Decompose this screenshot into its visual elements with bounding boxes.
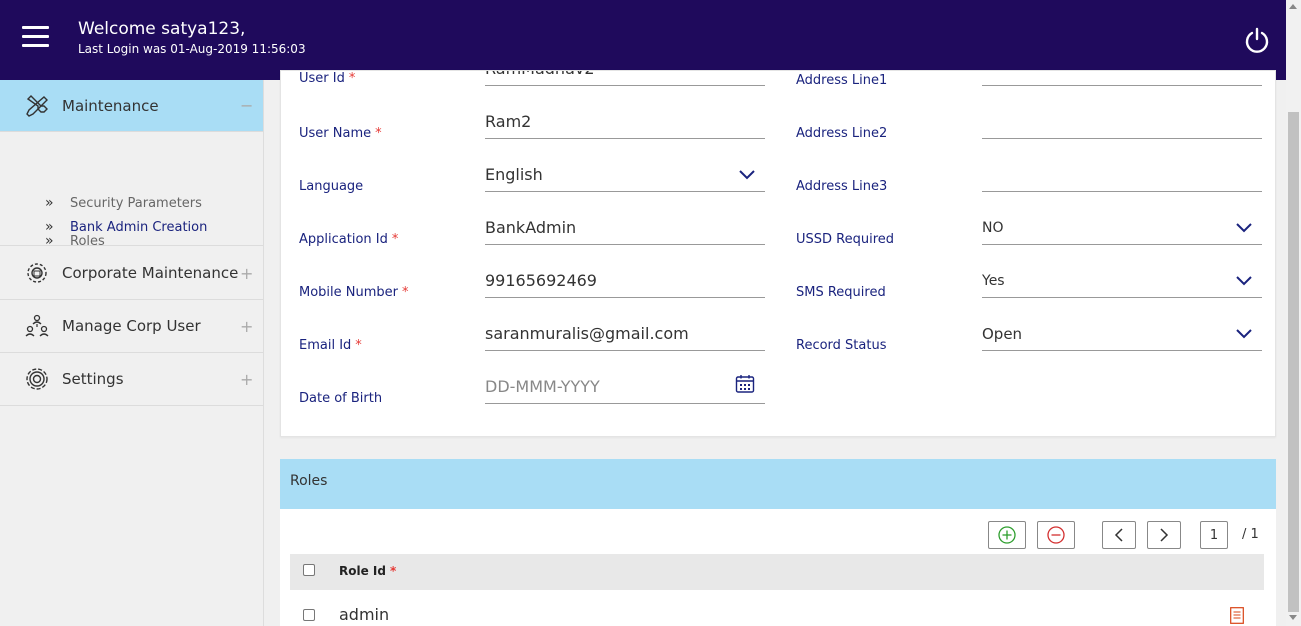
subitem-label: Bank Admin Creation	[70, 219, 208, 235]
sms-required-label: SMS Required	[796, 285, 886, 300]
chevron-down-icon	[1236, 276, 1252, 286]
mobile-number-field[interactable]: 99165692469	[485, 262, 765, 298]
app-header: Welcome satya123, Last Login was 01-Aug-…	[0, 0, 1286, 80]
record-status-label: Record Status	[796, 338, 887, 353]
column-label: Role Id	[339, 564, 386, 578]
address-line2-label: Address Line2	[796, 126, 888, 141]
minus-circle-icon	[1047, 526, 1065, 544]
corporate-gear-icon	[27, 263, 47, 283]
expand-icon[interactable]: +	[240, 264, 253, 283]
sidebar-item-label: Settings	[62, 370, 124, 388]
last-login-text: Last Login was 01-Aug-2019 11:56:03	[78, 42, 306, 56]
roles-panel-title: Roles	[280, 459, 1276, 509]
chevron-down-icon	[739, 170, 755, 180]
calendar-icon[interactable]	[735, 374, 755, 394]
sidebar-item-manage-corp-user[interactable]: Manage Corp User +	[0, 300, 263, 353]
record-status-select[interactable]: Open	[982, 315, 1262, 351]
sms-required-select[interactable]: Yes	[982, 262, 1262, 298]
label-text: Application Id	[299, 232, 388, 247]
select-all-checkbox[interactable]	[303, 564, 315, 576]
scroll-up-arrow-icon[interactable]	[1289, 4, 1297, 9]
label-text: User Name	[299, 126, 372, 141]
chevron-left-icon	[1114, 528, 1123, 542]
date-of-birth-label: Date of Birth	[299, 391, 383, 406]
ussd-required-label: USSD Required	[796, 232, 895, 247]
address-line3-label: Address Line3	[796, 179, 888, 194]
address-line1-label: Address Line1	[796, 73, 888, 88]
gear-icon	[26, 368, 48, 390]
required-mark: *	[348, 71, 356, 86]
sub-item-wrapper: » Bank Admin Creation	[0, 208, 263, 246]
sidebar-item-corporate-maintenance[interactable]: Corporate Maintenance +	[0, 247, 263, 300]
collapse-icon[interactable]: −	[240, 96, 253, 115]
address-line1-field[interactable]	[982, 71, 1262, 86]
main-content: User Id* RamMadhav2 User Name* Ram2 Lang…	[264, 70, 1286, 626]
sidebar-item-label: Corporate Maintenance	[62, 264, 239, 282]
application-id-field[interactable]: BankAdmin	[485, 209, 765, 245]
language-select[interactable]: English	[485, 156, 765, 192]
remove-row-button[interactable]	[1037, 521, 1075, 549]
page-total: / 1	[1242, 527, 1259, 542]
user-id-label: User Id *	[299, 71, 355, 86]
table-row-role-id: admin	[339, 605, 390, 624]
bank-admin-form: User Id* RamMadhav2 User Name* Ram2 Lang…	[280, 70, 1276, 437]
label-text: Email Id	[299, 338, 352, 353]
plus-circle-icon	[998, 526, 1016, 544]
application-id-label: Application Id *	[299, 232, 398, 247]
scrollbar-thumb[interactable]	[1288, 112, 1299, 612]
vertical-scrollbar[interactable]	[1286, 0, 1301, 626]
sidebar: Maintenance − » Security Parameters » Ro…	[0, 80, 264, 626]
chevron-down-icon	[1236, 329, 1252, 339]
expand-icon[interactable]: +	[240, 370, 253, 389]
address-line3-field[interactable]	[982, 156, 1262, 192]
expand-icon[interactable]: +	[240, 317, 253, 336]
double-chevron-right-icon: »	[45, 219, 54, 235]
sidebar-lower-group: Corporate Maintenance + Manage Corp User…	[0, 247, 263, 406]
users-hierarchy-icon	[25, 314, 49, 337]
chevron-right-icon	[1160, 528, 1169, 542]
date-of-birth-field[interactable]: DD-MMM-YYYY	[485, 368, 765, 404]
required-mark: *	[402, 285, 409, 300]
label-text: Mobile Number	[299, 285, 398, 300]
welcome-text: Welcome satya123,	[78, 19, 246, 39]
roles-panel: Roles 1 / 1 Role Id * admin	[280, 459, 1276, 626]
email-id-field[interactable]: saranmuralis@gmail.com	[485, 315, 765, 351]
required-mark: *	[391, 232, 399, 247]
roles-table-header: Role Id *	[290, 554, 1264, 590]
sidebar-item-label: Manage Corp User	[62, 317, 201, 335]
next-page-button[interactable]	[1147, 521, 1181, 549]
row-checkbox[interactable]	[303, 609, 315, 621]
scroll-down-arrow-icon[interactable]	[1289, 615, 1297, 620]
email-id-label: Email Id *	[299, 338, 362, 353]
page-number-input[interactable]: 1	[1200, 521, 1228, 549]
user-id-field[interactable]: RamMadhav2	[485, 71, 765, 86]
user-name-label: User Name *	[299, 126, 382, 141]
chevron-down-icon	[1236, 223, 1252, 233]
tools-icon	[26, 94, 48, 117]
power-icon[interactable]	[1243, 26, 1271, 54]
sidebar-item-settings[interactable]: Settings +	[0, 353, 263, 406]
language-value: English	[485, 165, 543, 184]
ussd-required-select[interactable]: NO	[982, 209, 1262, 245]
mobile-number-label: Mobile Number *	[299, 285, 409, 300]
hamburger-menu-icon[interactable]	[22, 26, 50, 50]
sms-value: Yes	[982, 273, 1005, 289]
sidebar-subitem-bank-admin-creation[interactable]: » Bank Admin Creation	[45, 217, 207, 237]
language-label: Language	[299, 179, 364, 194]
sidebar-item-maintenance[interactable]: Maintenance −	[0, 80, 263, 132]
add-row-button[interactable]	[988, 521, 1026, 549]
record-status-value: Open	[982, 325, 1023, 343]
label-text: User Id	[299, 71, 345, 86]
previous-page-button[interactable]	[1102, 521, 1136, 549]
ussd-value: NO	[982, 220, 1004, 236]
date-placeholder: DD-MMM-YYYY	[485, 377, 600, 396]
user-name-field[interactable]: Ram2	[485, 103, 765, 139]
address-line2-field[interactable]	[982, 103, 1262, 139]
document-icon[interactable]	[1230, 607, 1244, 624]
column-header-role-id: Role Id *	[339, 564, 396, 578]
required-mark: *	[375, 126, 382, 141]
required-mark: *	[389, 564, 397, 578]
required-mark: *	[355, 338, 362, 353]
sidebar-item-label: Maintenance	[62, 96, 159, 115]
